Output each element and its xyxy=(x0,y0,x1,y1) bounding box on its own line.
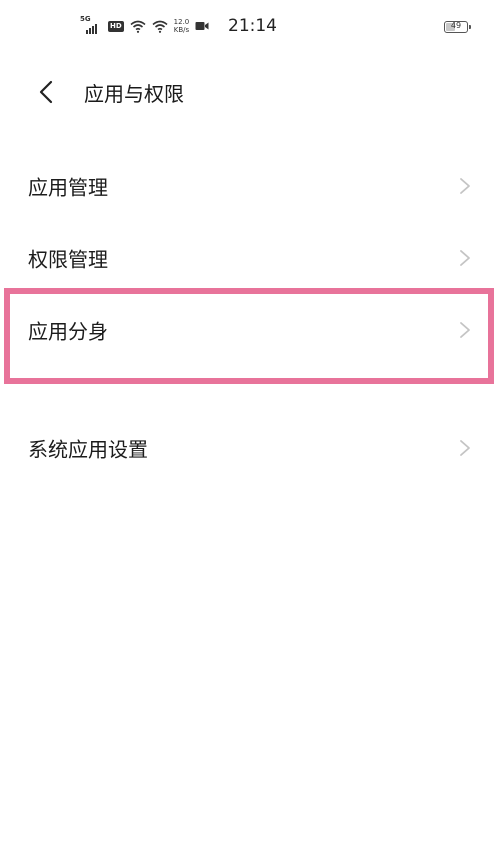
chevron-right-icon xyxy=(460,178,470,194)
network-speed: 12.0 KB/s xyxy=(174,18,190,34)
page-title: 应用与权限 xyxy=(84,82,184,106)
network-speed-unit: KB/s xyxy=(173,26,190,34)
network-speed-value: 12.0 xyxy=(173,18,190,26)
status-icons: 5G HD 12.0 KB/s xyxy=(80,15,209,34)
battery-icon: 49 xyxy=(444,21,471,33)
menu-item-label: 系统应用设置 xyxy=(28,437,148,462)
menu-item-app-management[interactable]: 应用管理 xyxy=(0,150,500,222)
menu-item-app-clone[interactable]: 应用分身 xyxy=(0,294,500,366)
battery-level: 49 xyxy=(450,21,462,30)
chevron-left-icon xyxy=(39,80,53,104)
chevron-right-icon xyxy=(460,250,470,266)
header: 应用与权限 xyxy=(0,62,500,122)
chevron-right-icon xyxy=(460,440,470,456)
back-button[interactable] xyxy=(26,72,66,112)
hd-badge: HD xyxy=(108,20,124,32)
cellular-signal-icon: 5G xyxy=(80,15,102,34)
video-camera-icon xyxy=(195,22,209,30)
status-time: 21:14 xyxy=(228,16,277,36)
menu-item-label: 权限管理 xyxy=(28,247,108,272)
menu-item-system-app-settings[interactable]: 系统应用设置 xyxy=(0,412,500,484)
network-type-label: 5G xyxy=(80,15,91,23)
menu-item-label: 应用分身 xyxy=(28,319,108,344)
wifi-icon xyxy=(130,20,146,33)
menu-item-label: 应用管理 xyxy=(28,175,108,200)
menu-item-permission-management[interactable]: 权限管理 xyxy=(0,222,500,294)
chevron-right-icon xyxy=(460,322,470,338)
wifi-icon-secondary xyxy=(152,20,168,33)
status-bar: 5G HD 12.0 KB/s 21:14 49 xyxy=(0,0,500,56)
